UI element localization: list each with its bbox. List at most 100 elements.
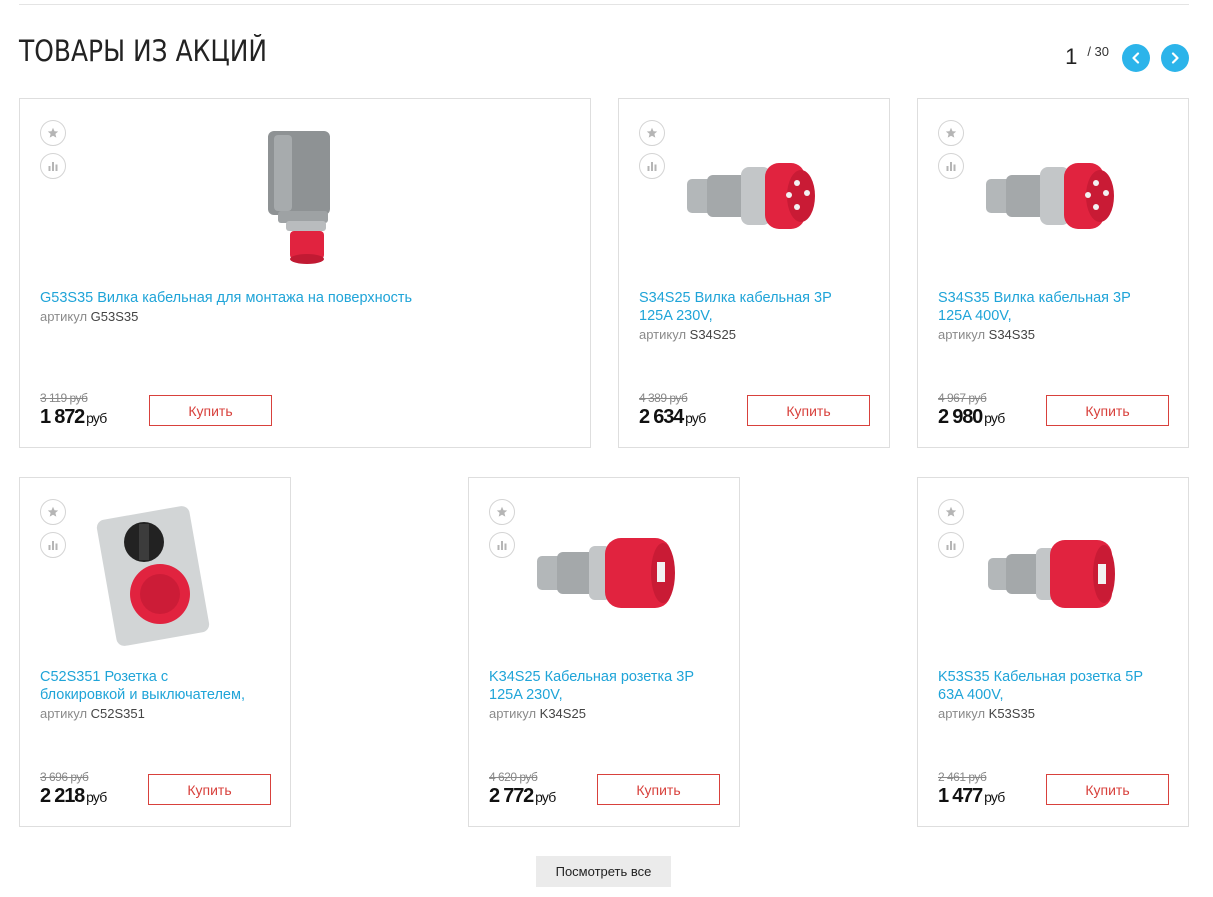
bar-chart-icon bbox=[946, 162, 956, 171]
price-currency: руб bbox=[984, 410, 1005, 426]
star-icon bbox=[47, 506, 59, 517]
product-card: S34S35 Вилка кабельная 3P 125A 400V, арти… bbox=[917, 98, 1189, 448]
article-label: артикул bbox=[938, 327, 986, 342]
price-currency: руб bbox=[685, 410, 706, 426]
star-icon bbox=[945, 127, 957, 138]
cable-socket-icon bbox=[988, 540, 1115, 608]
compare-button[interactable] bbox=[489, 532, 515, 558]
star-icon bbox=[496, 506, 508, 517]
product-card: K53S35 Кабельная розетка 5P 63A 400V, арт… bbox=[917, 477, 1189, 827]
product-image[interactable] bbox=[96, 500, 216, 650]
favorite-button[interactable] bbox=[40, 120, 66, 146]
product-name-link[interactable]: S34S25 Вилка кабельная 3P 125A 230V, bbox=[639, 289, 865, 325]
compare-button[interactable] bbox=[938, 153, 964, 179]
product-image[interactable] bbox=[685, 151, 825, 239]
buy-button[interactable]: Купить bbox=[149, 395, 272, 426]
bar-chart-icon bbox=[48, 541, 58, 550]
switched-socket-icon bbox=[96, 506, 210, 646]
product-article: артикул K34S25 bbox=[489, 706, 586, 721]
product-image[interactable] bbox=[984, 151, 1124, 239]
article-label: артикул bbox=[639, 327, 687, 342]
product-image[interactable] bbox=[256, 121, 354, 271]
star-icon bbox=[945, 506, 957, 517]
buy-button[interactable]: Купить bbox=[1046, 395, 1169, 426]
old-price: 3 119 руб bbox=[40, 391, 88, 405]
article-label: артикул bbox=[40, 706, 88, 721]
product-name-link[interactable]: C52S351 Розетка с блокировкой и выключате… bbox=[40, 668, 266, 704]
price-currency: руб bbox=[86, 789, 107, 805]
product-image[interactable] bbox=[986, 534, 1121, 614]
bar-chart-icon bbox=[647, 162, 657, 171]
price-currency: руб bbox=[984, 789, 1005, 805]
view-all-button[interactable]: Посмотреть все bbox=[536, 856, 671, 887]
price: 2 772 руб bbox=[489, 785, 556, 808]
buy-button[interactable]: Купить bbox=[148, 774, 271, 805]
compare-button[interactable] bbox=[40, 532, 66, 558]
old-price: 4 967 руб bbox=[938, 391, 987, 405]
price: 2 218 руб bbox=[40, 785, 107, 808]
pager-next-button[interactable] bbox=[1161, 44, 1189, 72]
price-value: 2 634 bbox=[639, 406, 684, 428]
cable-socket-icon bbox=[537, 538, 675, 608]
product-name-line2[interactable]: 125A 400V, bbox=[938, 308, 1012, 324]
pager-total: / 30 bbox=[1087, 44, 1109, 59]
product-name-line1[interactable]: S34S25 Вилка кабельная 3P bbox=[639, 290, 832, 306]
product-name-line2[interactable]: 63A 400V, bbox=[938, 687, 1004, 703]
product-name-line1[interactable]: K34S25 Кабельная розетка 3P bbox=[489, 669, 694, 685]
compare-button[interactable] bbox=[938, 532, 964, 558]
old-price: 4 620 руб bbox=[489, 770, 538, 784]
article-code: S34S25 bbox=[689, 327, 736, 342]
price-currency: руб bbox=[535, 789, 556, 805]
product-article: артикул S34S25 bbox=[639, 327, 736, 342]
product-card: S34S25 Вилка кабельная 3P 125A 230V, арти… bbox=[618, 98, 890, 448]
article-code: G53S35 bbox=[90, 309, 139, 324]
price: 2 634 руб bbox=[639, 406, 706, 429]
product-article: артикул K53S35 bbox=[938, 706, 1035, 721]
product-name-link[interactable]: K34S25 Кабельная розетка 3P 125A 230V, bbox=[489, 668, 715, 704]
product-name-link[interactable]: G53S35 Вилка кабельная для монтажа на по… bbox=[40, 289, 566, 307]
old-price: 2 461 руб bbox=[938, 770, 987, 784]
product-article: артикул C52S351 bbox=[40, 706, 145, 721]
product-name-line2[interactable]: 125A 230V, bbox=[639, 308, 713, 324]
star-icon bbox=[646, 127, 658, 138]
product-name-line1[interactable]: C52S351 Розетка с bbox=[40, 669, 168, 685]
cable-plug-icon bbox=[687, 163, 815, 229]
favorite-button[interactable] bbox=[938, 120, 964, 146]
product-name-link[interactable]: S34S35 Вилка кабельная 3P 125A 400V, bbox=[938, 289, 1164, 325]
old-price: 4 389 руб bbox=[639, 391, 688, 405]
article-code: K34S25 bbox=[539, 706, 586, 721]
compare-button[interactable] bbox=[40, 153, 66, 179]
pager-prev-button[interactable] bbox=[1122, 44, 1150, 72]
section-title: ТОВАРЫ ИЗ АКЦИЙ bbox=[19, 34, 268, 68]
bar-chart-icon bbox=[497, 541, 507, 550]
product-article: артикул G53S35 bbox=[40, 309, 138, 324]
product-name-line1[interactable]: K53S35 Кабельная розетка 5P bbox=[938, 669, 1143, 685]
article-label: артикул bbox=[938, 706, 986, 721]
favorite-button[interactable] bbox=[489, 499, 515, 525]
article-code: C52S351 bbox=[90, 706, 145, 721]
product-name-line1[interactable]: S34S35 Вилка кабельная 3P bbox=[938, 290, 1131, 306]
compare-button[interactable] bbox=[639, 153, 665, 179]
favorite-button[interactable] bbox=[40, 499, 66, 525]
price-value: 2 980 bbox=[938, 406, 983, 428]
product-name-line2[interactable]: 125A 230V, bbox=[489, 687, 563, 703]
product-image[interactable] bbox=[535, 530, 680, 616]
price-value: 2 218 bbox=[40, 785, 85, 807]
price: 1 872 руб bbox=[40, 406, 107, 429]
star-icon bbox=[47, 127, 59, 138]
favorite-button[interactable] bbox=[639, 120, 665, 146]
buy-button[interactable]: Купить bbox=[597, 774, 720, 805]
product-article: артикул S34S35 bbox=[938, 327, 1035, 342]
price-currency: руб bbox=[86, 410, 107, 426]
product-card: K34S25 Кабельная розетка 3P 125A 230V, ар… bbox=[468, 477, 740, 827]
product-name-link[interactable]: K53S35 Кабельная розетка 5P 63A 400V, bbox=[938, 668, 1164, 704]
article-label: артикул bbox=[489, 706, 537, 721]
top-divider bbox=[19, 4, 1189, 5]
article-label: артикул bbox=[40, 309, 88, 324]
buy-button[interactable]: Купить bbox=[747, 395, 870, 426]
price: 2 980 руб bbox=[938, 406, 1005, 429]
product-name-line2[interactable]: блокировкой и выключателем, bbox=[40, 687, 245, 703]
chevron-left-icon bbox=[1132, 52, 1140, 64]
favorite-button[interactable] bbox=[938, 499, 964, 525]
buy-button[interactable]: Купить bbox=[1046, 774, 1169, 805]
